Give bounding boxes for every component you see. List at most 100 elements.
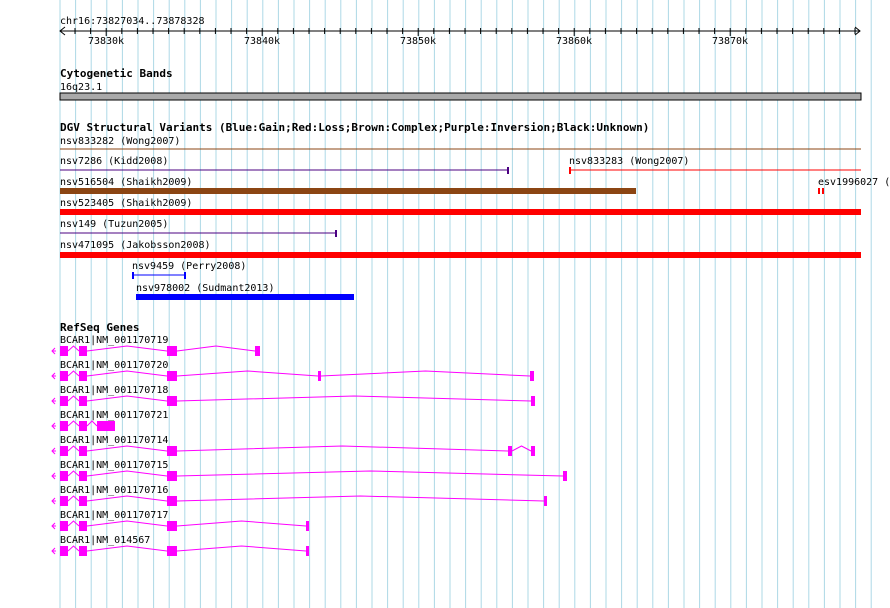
variant-feature[interactable] [60, 252, 861, 258]
variant-feature[interactable] [60, 209, 861, 215]
variant-label: nsv471095 (Jakobsson2008) [60, 240, 211, 251]
transcript-model[interactable] [51, 520, 309, 531]
strand-arrow-icon [51, 422, 56, 430]
transcript-label: BCAR1|NM_001170714 [60, 435, 168, 446]
transcript-model[interactable] [51, 420, 115, 431]
intron-line [176, 545, 307, 552]
exon-block [544, 496, 547, 506]
track-title: RefSeq Genes [60, 321, 139, 334]
variant-feature[interactable] [822, 188, 824, 194]
variant-feature[interactable] [60, 188, 636, 194]
exon-block [83, 421, 87, 431]
exon-block [60, 546, 68, 556]
exon-block [167, 471, 177, 481]
exon-block [83, 371, 87, 381]
exon-block [83, 521, 87, 531]
intron-line [67, 545, 80, 552]
exon-block [167, 546, 177, 556]
exon-block [83, 546, 87, 556]
track-title: DGV Structural Variants (Blue:Gain;Red:L… [60, 121, 649, 134]
intron-line [67, 470, 80, 477]
variant-label: nsv833283 (Wong2007) [569, 156, 689, 167]
tick-label: 73870k [712, 36, 748, 47]
intron-line [86, 545, 168, 552]
tick-label: 73830k [88, 36, 124, 47]
intron-line [86, 520, 168, 527]
variant-label: nsv833282 (Wong2007) [60, 136, 180, 147]
exon-block [79, 346, 83, 356]
intron-line [86, 470, 168, 477]
variant-feature[interactable] [136, 294, 354, 300]
strand-arrow-icon [51, 347, 56, 355]
genome-browser-canvas: chr16:73827034..73878328 73830k 73840k 7… [51, 0, 890, 608]
transcript-model[interactable] [51, 545, 309, 556]
transcript-model[interactable] [51, 495, 547, 506]
strand-arrow-icon [51, 472, 56, 480]
strand-arrow-icon [51, 447, 56, 455]
exon-block [60, 371, 68, 381]
exon-block [531, 396, 535, 406]
intron-line [86, 495, 168, 502]
intron-line [86, 345, 168, 352]
intron-line [86, 395, 168, 402]
exon-block [83, 446, 87, 456]
exon-block [60, 471, 68, 481]
transcript-label: BCAR1|NM_001170717 [60, 510, 168, 521]
region-label: chr16:73827034..73878328 [60, 16, 205, 27]
variant-label: nsv516504 (Shaikh2009) [60, 177, 192, 188]
intron-line [86, 370, 168, 377]
intron-line [86, 445, 168, 452]
exon-block [530, 371, 534, 381]
transcript-model[interactable] [51, 370, 534, 381]
intron-line [67, 345, 80, 352]
variant-feature[interactable] [818, 188, 820, 194]
intron-line [67, 520, 80, 527]
exon-block [79, 546, 83, 556]
exon-block [255, 346, 260, 356]
exon-block [79, 396, 83, 406]
intron-line [320, 370, 531, 377]
exon-block [60, 346, 68, 356]
cytoband-track[interactable]: Cytogenetic Bands 16q23.1 [59, 67, 862, 101]
exon-block [83, 396, 87, 406]
intron-line [67, 445, 80, 452]
intron-line [67, 370, 80, 377]
exon-block [306, 521, 309, 531]
strand-arrow-icon [51, 372, 56, 380]
intron-line [176, 520, 307, 527]
exon-block [79, 421, 83, 431]
tick-label: 73850k [400, 36, 436, 47]
exon-block [531, 446, 535, 456]
exon-block [83, 346, 87, 356]
transcript-label: BCAR1|NM_001170716 [60, 485, 168, 496]
cytoband-label: 16q23.1 [60, 82, 102, 93]
exon-block [508, 446, 512, 456]
exon-block [167, 446, 177, 456]
tick-label: 73860k [556, 36, 592, 47]
intron-line [67, 495, 80, 502]
exon-block [563, 471, 567, 481]
transcript-model[interactable] [51, 345, 260, 356]
transcript-label: BCAR1|NM_001170721 [60, 410, 168, 421]
intron-line [67, 395, 80, 402]
exon-block [83, 471, 87, 481]
transcript-label: BCAR1|NM_001170719 [60, 335, 168, 346]
intron-line [176, 395, 532, 402]
variant-label: nsv7286 (Kidd2008) [60, 156, 168, 167]
transcript-label: BCAR1|NM_014567 [60, 535, 150, 546]
strand-arrow-icon [51, 397, 56, 405]
variant-label: nsv978002 (Sudmant2013) [136, 283, 274, 294]
intron-line [67, 420, 80, 427]
grid-lines [59, 0, 872, 608]
exon-block [167, 521, 177, 531]
exon-block [167, 496, 177, 506]
intron-line [176, 445, 509, 452]
strand-arrow-icon [51, 497, 56, 505]
cytoband-bar[interactable] [59, 92, 862, 101]
exon-block [60, 521, 68, 531]
exon-block [79, 471, 83, 481]
transcript-label: BCAR1|NM_001170715 [60, 460, 168, 471]
exon-block [306, 546, 309, 556]
variant-label: nsv9459 (Perry2008) [132, 261, 246, 272]
exon-block [79, 446, 83, 456]
